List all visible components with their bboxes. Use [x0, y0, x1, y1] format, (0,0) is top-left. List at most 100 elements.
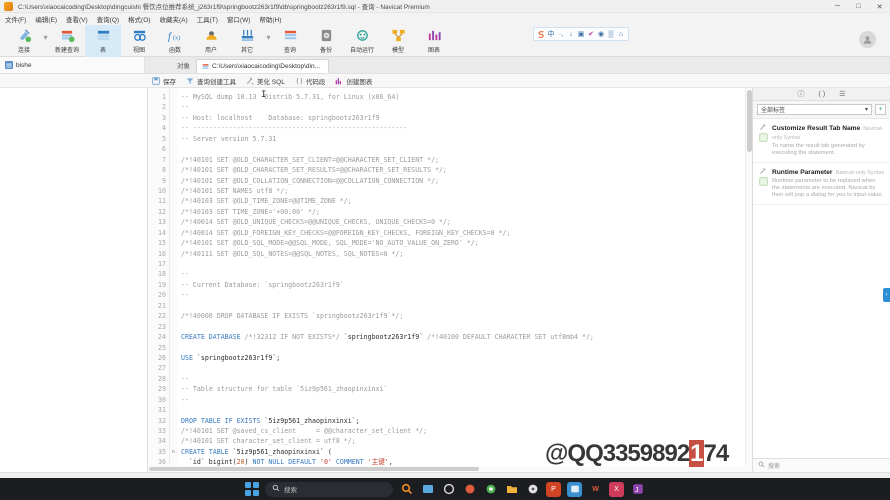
code-line[interactable]: /*!40014 SET @OLD_FOREIGN_KEY_CHECKS=@@F…: [181, 228, 752, 238]
code-line[interactable]: -- Table structure for table `5iz9p561_z…: [181, 384, 752, 394]
add-snippet-button[interactable]: +: [875, 104, 886, 115]
toolbar-function[interactable]: f (x) 函数: [157, 25, 193, 57]
music-app-icon[interactable]: [525, 482, 540, 497]
scrollbar-thumb[interactable]: [747, 90, 752, 152]
code-line[interactable]: /*!40101 SET @OLD_SQL_MODE=@@SQL_MODE, S…: [181, 238, 752, 248]
menu-file[interactable]: 文件(F): [5, 14, 26, 24]
tab-sql-file[interactable]: C:\Users\xiaocaicoding\Desktop\din...: [196, 59, 330, 73]
code-line[interactable]: /*!40103 SET @OLD_TIME_ZONE=@@TIME_ZONE …: [181, 196, 752, 206]
code-line[interactable]: [181, 363, 752, 373]
search-app-icon[interactable]: [399, 482, 414, 497]
editor-query-builder-button[interactable]: 查询创建工具: [186, 76, 236, 86]
toolbar-others[interactable]: 其它: [229, 25, 265, 57]
info-tab[interactable]: ⓘ: [796, 89, 807, 99]
toolbar-table[interactable]: 表: [85, 25, 121, 57]
ime-chinese-mode-icon[interactable]: 中: [547, 30, 555, 38]
excel-app-icon[interactable]: X: [609, 481, 624, 497]
minimize-button[interactable]: ─: [827, 0, 848, 13]
code-line[interactable]: --: [181, 269, 752, 279]
navicat-app-icon[interactable]: [567, 481, 582, 497]
menu-favorites[interactable]: 收藏夹(A): [159, 14, 187, 24]
close-button[interactable]: ✕: [869, 0, 890, 13]
code-fold-column[interactable]: ⊟: [170, 88, 177, 472]
code-line[interactable]: /*!40101 SET @OLD_CHARACTER_SET_RESULTS=…: [181, 165, 752, 175]
ime-skin-icon[interactable]: ✔: [587, 30, 595, 38]
code-line[interactable]: /*!40101 SET @saved_cs_client = @@charac…: [181, 426, 752, 436]
toolbar-chart[interactable]: 图表: [416, 25, 452, 57]
code-line[interactable]: CREATE DATABASE /*!32312 IF NOT EXISTS*/…: [181, 332, 752, 342]
collapse-pane-handle[interactable]: ›: [883, 288, 890, 302]
ime-voice-icon[interactable]: ◉: [597, 30, 605, 38]
code-line[interactable]: [181, 144, 752, 154]
code-line[interactable]: /*!40111 SET @OLD_SQL_NOTES=@@SQL_NOTES,…: [181, 249, 752, 259]
taskbar-search-box[interactable]: 搜索: [265, 481, 393, 497]
idea-app-icon[interactable]: J: [630, 482, 645, 497]
code-line[interactable]: --: [181, 395, 752, 405]
menu-format[interactable]: 格式(O): [128, 14, 150, 24]
menu-tools[interactable]: 工具(T): [197, 14, 218, 24]
list-item[interactable]: Runtime Parameter Navicat-only Syntax Run…: [753, 163, 890, 205]
toolbar-connection[interactable]: 连接: [6, 25, 42, 57]
code-line[interactable]: -- MySQL dump 10.13 Distrib 5.7.31, for …: [181, 92, 752, 102]
label-filter-select[interactable]: 全部标签 ▾: [757, 104, 872, 115]
ime-menu-icon[interactable]: ⌂: [617, 30, 625, 38]
menu-query[interactable]: 查询(Q): [97, 14, 119, 24]
toolbar-model[interactable]: 模型: [380, 25, 416, 57]
editor-beautify-sql-button[interactable]: 美化 SQL: [246, 76, 285, 86]
sogou-ime-icon[interactable]: [537, 30, 545, 38]
toolbar-view[interactable]: 视图: [121, 25, 157, 57]
code-line[interactable]: [181, 322, 752, 332]
code-line[interactable]: DROP TABLE IF EXISTS `5iz9p561_zhaopinxi…: [181, 416, 752, 426]
connection-entry[interactable]: ▤ bishe: [0, 57, 145, 73]
code-line[interactable]: [181, 405, 752, 415]
windows-start-icon[interactable]: [245, 482, 259, 496]
toolbar-backup[interactable]: 备份: [308, 25, 344, 57]
search-input[interactable]: 搜索: [768, 461, 780, 470]
code-line[interactable]: [181, 259, 752, 269]
code-line[interactable]: /*!40000 DROP DATABASE IF EXISTS `spring…: [181, 311, 752, 321]
ime-toolbox-icon[interactable]: ▣: [577, 30, 585, 38]
code-line[interactable]: [181, 301, 752, 311]
others-dropdown-arrow[interactable]: ▾: [265, 25, 272, 57]
code-line[interactable]: --: [181, 374, 752, 384]
code-line[interactable]: /*!40103 SET TIME_ZONE='+00:00' */;: [181, 207, 752, 217]
menu-view[interactable]: 查看(V): [66, 14, 88, 24]
scrollbar-thumb[interactable]: [149, 467, 479, 471]
toolbar-query[interactable]: 查询: [272, 25, 308, 57]
ime-apps-icon[interactable]: ▒: [607, 30, 615, 38]
code-line[interactable]: /*!40101 SET @OLD_COLLATION_CONNECTION=@…: [181, 176, 752, 186]
menu-edit[interactable]: 编辑(E): [35, 14, 57, 24]
code-text-area[interactable]: I -- MySQL dump 10.13 Distrib 5.7.31, fo…: [177, 88, 752, 472]
file-explorer-app-icon[interactable]: [504, 482, 519, 497]
toolbar-new-query[interactable]: 新建查询: [49, 25, 85, 57]
history-tab[interactable]: ☰: [837, 90, 847, 98]
editor-vertical-scrollbar[interactable]: [745, 88, 752, 472]
user-avatar[interactable]: [859, 31, 876, 48]
code-line[interactable]: --: [181, 102, 752, 112]
snippet-tab[interactable]: ( ): [817, 91, 828, 98]
toolbar-user[interactable]: 用户: [193, 25, 229, 57]
snippet-search-row[interactable]: 搜索: [753, 458, 890, 472]
editor-create-chart-button[interactable]: 创建图表: [335, 76, 372, 86]
menu-window[interactable]: 窗口(W): [227, 14, 250, 24]
sql-editor[interactable]: 1 2 3 4 5 6 7 8 9 10 11 12 13 14 15 16 17 18 19 20 21 22 23 24 2…: [148, 88, 752, 472]
toolbar-automation[interactable]: 自动运行: [344, 25, 380, 57]
editor-snippet-button[interactable]: () 代码段: [295, 76, 325, 86]
code-line[interactable]: -- -------------------------------------…: [181, 123, 752, 133]
task-view-app-icon[interactable]: [420, 482, 435, 497]
code-line[interactable]: -- Host: localhost Database: springbootz…: [181, 113, 752, 123]
code-line[interactable]: --: [181, 290, 752, 300]
code-line[interactable]: USE `springbootz263r1f9`;: [181, 353, 752, 363]
code-line[interactable]: -- Current Database: `springbootz263r1f9…: [181, 280, 752, 290]
code-fold-toggle[interactable]: ⊟: [170, 447, 177, 457]
code-line[interactable]: [181, 343, 752, 353]
list-item[interactable]: Customize Result Tab Name Navicat-only Sy…: [753, 119, 890, 163]
maximize-button[interactable]: □: [848, 0, 869, 13]
widgets-app-icon[interactable]: [441, 482, 456, 497]
ime-keyboard-icon[interactable]: ↓: [567, 30, 575, 38]
chrome-app-icon[interactable]: [483, 482, 498, 497]
toolbar-dropdown-arrow[interactable]: ▾: [42, 25, 49, 57]
ime-punctuation-icon[interactable]: ·,: [557, 30, 565, 38]
code-line[interactable]: -- Server version 5.7.31: [181, 134, 752, 144]
code-line[interactable]: /*!40101 SET @OLD_CHARACTER_SET_CLIENT=@…: [181, 155, 752, 165]
